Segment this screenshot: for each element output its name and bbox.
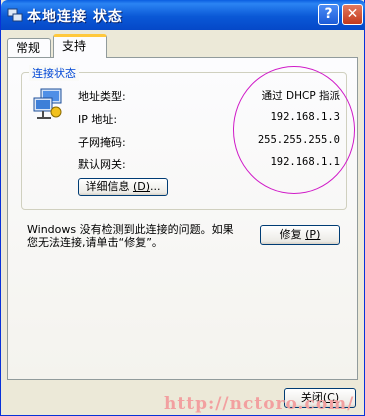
- default-gateway-value: 192.168.1.1: [270, 156, 340, 168]
- tab-general[interactable]: 常规: [7, 38, 51, 58]
- repair-button-label: 修复: [279, 228, 306, 241]
- tab-support[interactable]: 支持: [53, 34, 107, 58]
- close-window-button[interactable]: ✕: [342, 4, 363, 25]
- address-type-value: 通过 DHCP 指派: [261, 90, 340, 102]
- repair-button[interactable]: 修复 (P): [260, 225, 340, 245]
- details-button-suffix: ...: [150, 180, 161, 193]
- ip-address-label: IP 地址:: [78, 113, 118, 126]
- title-bar[interactable]: 本地连接 状态 ? ✕: [1, 0, 365, 30]
- ip-address-value: 192.168.1.3: [270, 111, 340, 123]
- details-button[interactable]: 详细信息 (D)...: [78, 178, 168, 196]
- repair-info-text: Windows 没有检测到此连接的问题。如果 您无法连接,请单击“修复”。: [27, 223, 249, 249]
- subnet-mask-label: 子网掩码:: [78, 136, 126, 149]
- repair-button-accel: (P): [305, 228, 321, 241]
- default-gateway-label: 默认网关:: [78, 158, 126, 171]
- repair-info-line-1: Windows 没有检测到此连接的问题。如果: [27, 223, 234, 236]
- subnet-mask-value: 255.255.255.0: [257, 134, 340, 146]
- address-type-label: 地址类型:: [78, 90, 126, 103]
- window-title: 本地连接 状态: [27, 9, 123, 25]
- watermark: http://nctoro.com/: [164, 394, 355, 414]
- repair-info-line-2: 您无法连接,请单击“修复”。: [27, 236, 163, 249]
- network-connection-icon: [7, 8, 23, 22]
- details-button-label: 详细信息: [85, 180, 133, 193]
- network-status-icon: [33, 88, 62, 119]
- help-button[interactable]: ?: [318, 4, 339, 25]
- status-dialog: 本地连接 状态 ? ✕ 常规 支持 连接状态 地址类型: 通过 DHCP 指派 …: [0, 0, 365, 416]
- group-title: 连接状态: [29, 65, 79, 81]
- details-button-accel: (D): [132, 180, 151, 193]
